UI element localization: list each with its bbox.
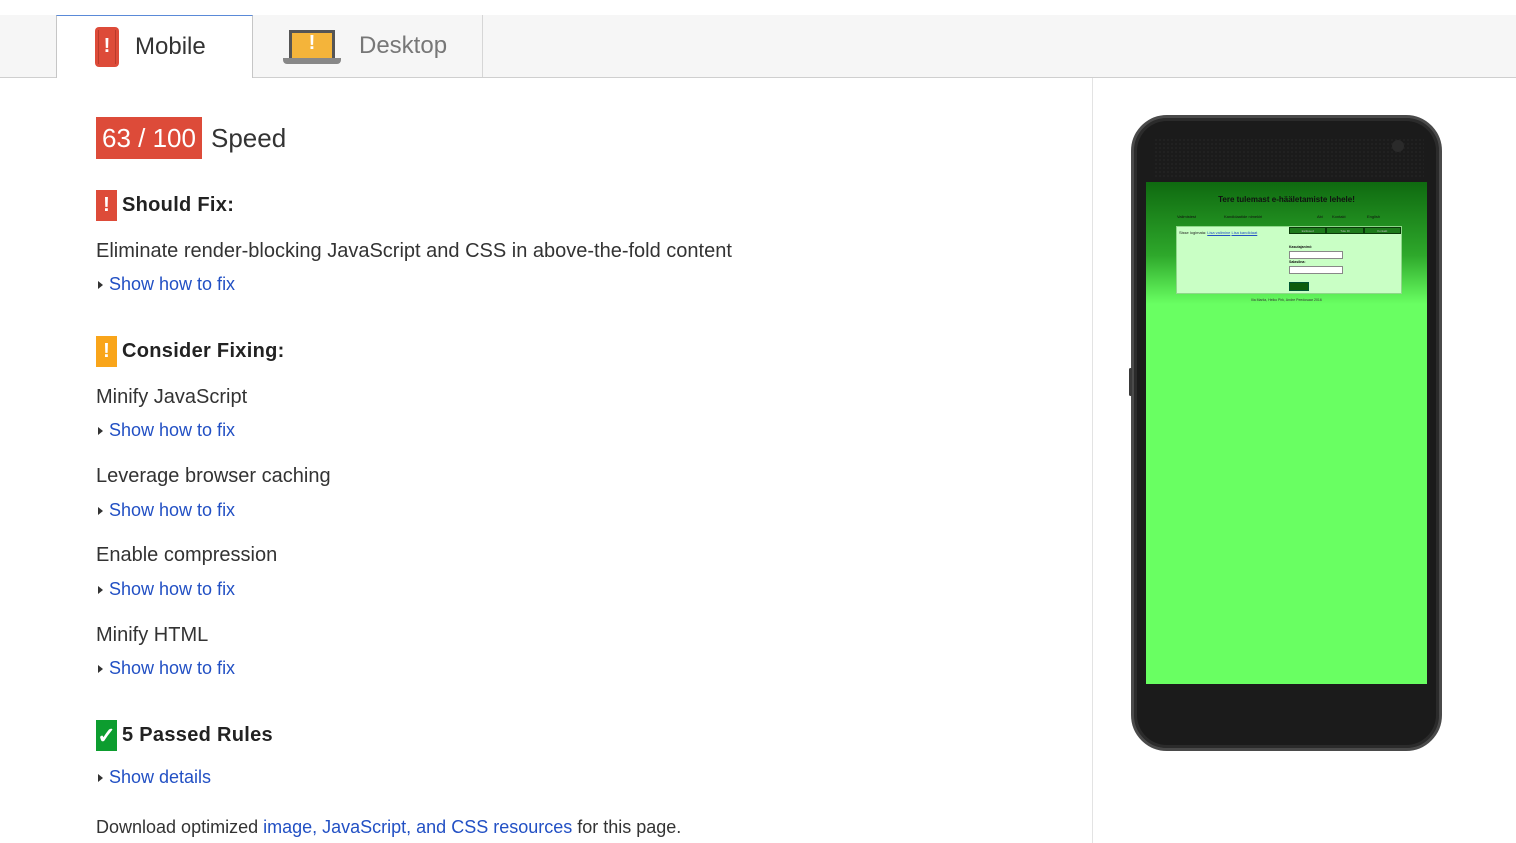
site-button: Esitlused: [1289, 227, 1327, 234]
username-label: Kasutajanimi:: [1289, 245, 1312, 249]
desktop-warning-icon: !: [283, 26, 341, 66]
site-nav-item: Abi: [1317, 214, 1323, 219]
preview-screenshot: Tere tulemast e-hääletamiste lehele! Val…: [1146, 182, 1427, 684]
site-nav-item: Kandidaatide nimekiri: [1224, 214, 1263, 219]
expand-triangle-icon: [98, 664, 103, 673]
download-resources-link[interactable]: image, JavaScript, and CSS resources: [263, 817, 572, 837]
rule-name: Minify HTML: [96, 624, 209, 646]
show-how-to-fix-link[interactable]: Show how to fix: [96, 420, 235, 441]
show-how-to-fix-link[interactable]: Show how to fix: [96, 579, 235, 600]
top-strip: [0, 0, 1516, 15]
show-how-to-fix-link[interactable]: Show how to fix: [96, 658, 235, 679]
tab-mobile[interactable]: ! Mobile: [56, 15, 253, 78]
column-divider: [1092, 78, 1093, 843]
tab-desktop[interactable]: ! Desktop: [253, 15, 483, 77]
password-label: Salasõna:: [1289, 260, 1306, 264]
link-label: Show details: [109, 767, 212, 787]
rule-name: Leverage browser caching: [96, 465, 331, 487]
checkmark-icon: ✓: [96, 720, 117, 751]
show-details-link[interactable]: Show details: [96, 767, 211, 788]
expand-triangle-icon: [98, 280, 103, 289]
site-title: Tere tulemast e-hääletamiste lehele!: [1218, 195, 1355, 204]
footer-prefix: Download optimized: [96, 817, 264, 837]
footer-suffix: for this page.: [572, 817, 682, 837]
login-button: [1289, 282, 1309, 291]
expand-triangle-icon: [98, 585, 103, 594]
rule-name: Enable compression: [96, 544, 278, 566]
tab-desktop-label: Desktop: [359, 32, 448, 59]
link-label: Show how to fix: [109, 658, 236, 678]
should-fix-title: Should Fix:: [122, 194, 235, 216]
score-label: Speed: [210, 122, 287, 153]
site-nav-item: Valimistest: [1177, 214, 1197, 219]
site-login-panel: Sisse logimata: Lisa valimine Lisa kandi…: [1176, 226, 1402, 294]
phone-side-button: [1129, 368, 1132, 396]
expand-triangle-icon: [98, 426, 103, 435]
score-badge: 63 / 100: [96, 117, 202, 159]
site-nav-item: English: [1367, 214, 1381, 219]
expand-triangle-icon: [98, 506, 103, 515]
site-button: Tule ID: [1326, 227, 1364, 234]
rule-name: Eliminate render-blocking JavaScript and…: [96, 240, 732, 262]
link-label: Show how to fix: [109, 579, 236, 599]
mobile-preview-device: Tere tulemast e-hääletamiste lehele! Val…: [1129, 115, 1442, 751]
password-input: [1289, 266, 1343, 274]
link-label: Show how to fix: [109, 420, 236, 440]
device-tab-bar: ! Mobile ! Desktop: [0, 0, 1516, 78]
consider-fixing-title: Consider Fixing:: [122, 340, 285, 362]
site-panel-buttons: Esitlused Tule ID Kontakt: [1289, 227, 1401, 234]
speed-score: 63 / 100 Speed: [96, 117, 286, 159]
site-button: Kontakt: [1363, 227, 1401, 234]
should-fix-heading: ! Should Fix:: [96, 190, 234, 221]
tab-mobile-label: Mobile: [135, 33, 206, 60]
rule-name: Minify JavaScript: [96, 386, 248, 408]
passed-rules-title: 5 Passed Rules: [122, 724, 273, 746]
expand-triangle-icon: [98, 773, 103, 782]
site-footer: Ilia Mariia, Heiko Pirk, Andre Peedosaar…: [1251, 298, 1322, 302]
site-nav-item: Kontakt: [1332, 214, 1346, 219]
speaker-grille: [1154, 138, 1424, 178]
mobile-warning-icon: !: [95, 27, 119, 67]
camera-icon: [1392, 140, 1404, 152]
username-input: [1289, 251, 1343, 259]
passed-rules-heading: ✓ 5 Passed Rules: [96, 720, 273, 751]
site-panel-text: Sisse logimata: Lisa valimine Lisa kandi…: [1179, 230, 1258, 235]
show-how-to-fix-link[interactable]: Show how to fix: [96, 274, 235, 295]
exclamation-icon: !: [96, 336, 117, 367]
exclamation-icon: !: [96, 190, 117, 221]
link-label: Show how to fix: [109, 500, 236, 520]
link-label: Show how to fix: [109, 274, 236, 294]
show-how-to-fix-link[interactable]: Show how to fix: [96, 500, 235, 521]
download-optimized-line: Download optimized image, JavaScript, an…: [96, 817, 681, 838]
consider-fixing-heading: ! Consider Fixing:: [96, 336, 285, 367]
